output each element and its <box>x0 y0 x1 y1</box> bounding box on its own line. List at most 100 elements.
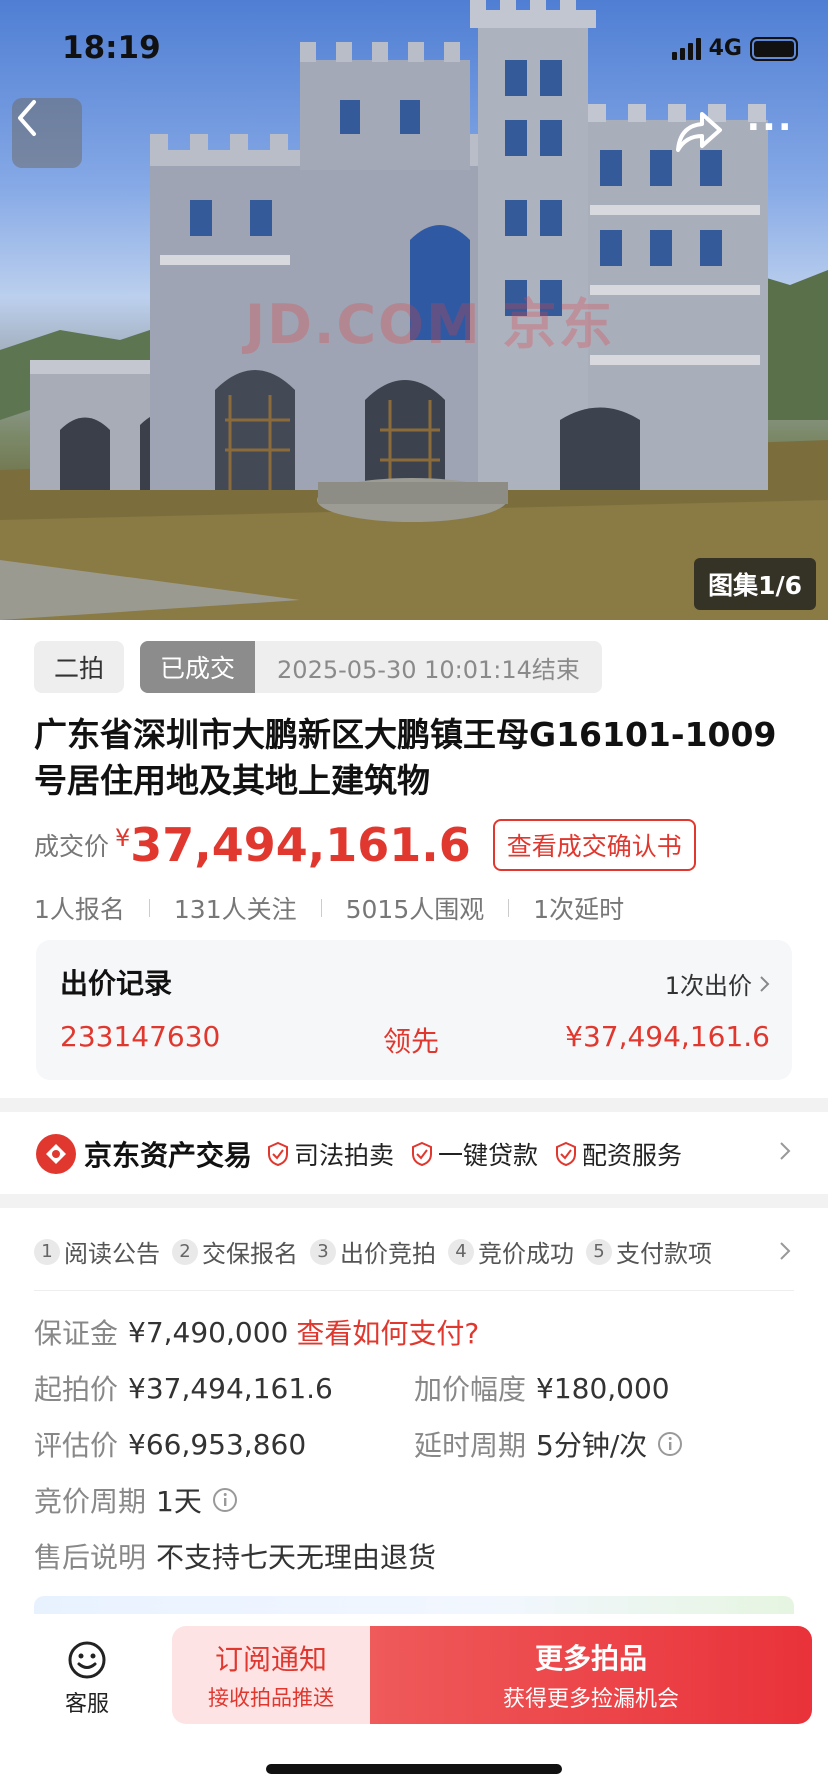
feature-label: 一键贷款 <box>438 1141 539 1170</box>
share-icon <box>676 112 722 152</box>
view-confirmation-button[interactable]: 查看成交确认书 <box>492 819 696 871</box>
bid-amount: ¥37,494,161.6 <box>565 1020 770 1053</box>
step-label: 竞价成功 <box>478 1240 574 1268</box>
lot-title: 广东省深圳市大鹏新区大鹏镇王母G16101-1009号居住用地及其地上建筑物 <box>34 715 777 800</box>
bid-record-card[interactable]: 出价记录 1次出价 233147630 领先 ¥37,494,161.6 <box>36 940 792 1080</box>
feature-loan: 一键贷款 <box>410 1136 538 1172</box>
chevron-right-icon[interactable] <box>778 1240 792 1262</box>
chevron-right-icon <box>760 975 770 992</box>
deposit-row: 保证金 ¥7,490,000 查看如何支付? <box>34 1312 479 1352</box>
round-tag: 二拍 <box>34 641 125 693</box>
step-number: 3 <box>310 1238 336 1265</box>
customer-service-button[interactable]: 客服 <box>52 1640 122 1718</box>
subscribe-label: 订阅通知 <box>214 1643 327 1676</box>
step-number: 5 <box>586 1238 612 1265</box>
status-tag: 已成交 <box>140 641 256 693</box>
customer-service-label: 客服 <box>64 1692 109 1717</box>
divider <box>34 1290 794 1291</box>
signal-icon <box>671 37 701 60</box>
start-price-row: 起拍价 ¥37,494,161.6 <box>34 1368 333 1408</box>
shield-check-icon <box>412 1141 433 1167</box>
view-count: 5015人围观 <box>345 895 485 924</box>
info-icon[interactable] <box>212 1487 238 1513</box>
bid-record-title: 出价记录 <box>60 967 173 1000</box>
step-3: 3 出价竞拍 <box>310 1234 436 1269</box>
status-indicators: 4G <box>671 36 798 61</box>
delay-row: 延时周期 5分钟/次 <box>414 1424 683 1464</box>
step-5: 5 支付款项 <box>586 1234 712 1269</box>
shield-check-icon <box>268 1141 289 1167</box>
section-divider <box>0 1194 828 1208</box>
status-time: 18:19 <box>62 30 161 66</box>
cycle-label: 竞价周期 <box>34 1485 147 1518</box>
step-label: 阅读公告 <box>64 1240 160 1268</box>
aftersale-row: 售后说明 不支持七天无理由退货 <box>34 1536 436 1576</box>
hero-image[interactable]: 18:19 4G ··· JD.COM 京东 图集1/6 <box>0 0 828 620</box>
increment-value: ¥180,000 <box>536 1371 670 1405</box>
appraisal-label: 评估价 <box>34 1429 119 1462</box>
more-lots-button[interactable]: 更多拍品 获得更多捡漏机会 <box>370 1626 812 1724</box>
deposit-value: ¥7,490,000 <box>128 1315 289 1349</box>
price-row: 成交价 ¥ 37,494,161.6 查看成交确认书 <box>34 818 696 872</box>
step-1: 1 阅读公告 <box>34 1234 160 1269</box>
start-price-value: ¥37,494,161.6 <box>128 1371 333 1405</box>
price-label: 成交价 <box>34 832 110 861</box>
battery-icon <box>750 36 798 61</box>
follower-count: 131人关注 <box>173 895 297 924</box>
share-button[interactable] <box>672 106 724 158</box>
network-type: 4G <box>708 36 742 61</box>
step-number: 2 <box>172 1238 198 1265</box>
deposit-label: 保证金 <box>34 1317 119 1350</box>
feature-label: 司法拍卖 <box>294 1141 395 1170</box>
extension-count: 1次延时 <box>533 895 625 924</box>
currency-symbol: ¥ <box>115 824 131 852</box>
divider <box>148 899 150 917</box>
step-2: 2 交保报名 <box>172 1234 298 1269</box>
divider <box>320 899 322 917</box>
how-to-pay-link[interactable]: 查看如何支付? <box>296 1312 479 1352</box>
subscribe-button[interactable]: 订阅通知 接收拍品推送 <box>172 1626 370 1724</box>
section-divider <box>0 1098 828 1112</box>
step-number: 4 <box>448 1238 474 1265</box>
next-section-peek <box>34 1596 794 1616</box>
step-label: 出价竞拍 <box>340 1240 436 1268</box>
divider <box>508 899 510 917</box>
chevron-left-icon <box>18 100 36 136</box>
aftersale-value: 不支持七天无理由退货 <box>156 1541 437 1574</box>
bid-status: 领先 <box>383 1025 440 1058</box>
signup-count: 1人报名 <box>34 895 125 924</box>
appraisal-row: 评估价 ¥66,953,860 <box>34 1424 306 1464</box>
auction-status-row: 二拍 已成交 2025-05-30 10:01:14结束 <box>34 641 602 693</box>
delay-value: 5分钟/次 <box>536 1429 648 1462</box>
home-indicator[interactable] <box>266 1764 562 1774</box>
watermark: JD.COM 京东 <box>245 293 615 356</box>
auction-steps[interactable]: 1 阅读公告 2 交保报名 3 出价竞拍 4 竞价成功 5 支付款项 <box>34 1234 794 1269</box>
aftersale-label: 售后说明 <box>34 1541 147 1574</box>
chevron-right-icon <box>780 1142 791 1160</box>
info-icon[interactable] <box>657 1431 683 1457</box>
jd-logo-icon <box>36 1134 76 1174</box>
feature-financing: 配资服务 <box>554 1136 682 1172</box>
increment-label: 加价幅度 <box>414 1373 527 1406</box>
more-horizontal-icon: ··· <box>746 107 794 148</box>
start-price-label: 起拍价 <box>34 1373 119 1406</box>
back-button[interactable] <box>12 98 82 168</box>
more-options-button[interactable]: ··· <box>740 108 800 158</box>
smile-chat-icon <box>68 1641 106 1679</box>
stats-row: 1人报名 131人关注 5015人围观 1次延时 <box>34 890 624 926</box>
bid-count-link[interactable]: 1次出价 <box>665 966 770 1001</box>
feature-label: 配资服务 <box>582 1141 683 1170</box>
step-number: 1 <box>34 1238 60 1265</box>
step-4: 4 竞价成功 <box>448 1234 574 1269</box>
shield-check-icon <box>556 1141 577 1167</box>
jd-service-bar[interactable]: 京东资产交易 司法拍卖 一键贷款 配资服务 <box>0 1114 828 1194</box>
bottom-action-bar: 客服 订阅通知 接收拍品推送 更多拍品 获得更多捡漏机会 <box>0 1614 828 1792</box>
bid-count: 1次出价 <box>664 972 752 1000</box>
cycle-value: 1天 <box>156 1485 202 1518</box>
gallery-counter[interactable]: 图集1/6 <box>694 558 816 610</box>
end-time: 2025-05-30 10:01:14结束 <box>255 641 602 693</box>
subscribe-sublabel: 接收拍品推送 <box>208 1686 334 1710</box>
step-label: 交保报名 <box>202 1240 298 1268</box>
increment-row: 加价幅度 ¥180,000 <box>414 1368 670 1408</box>
cycle-row: 竞价周期 1天 <box>34 1480 238 1520</box>
